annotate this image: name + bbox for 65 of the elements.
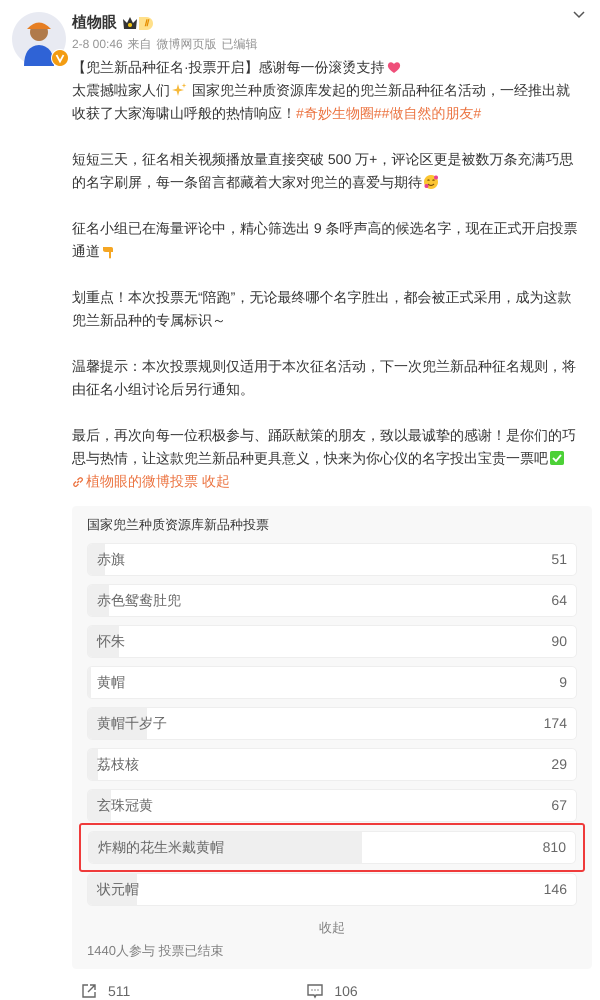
- option-label: 黄帽千岁子: [97, 714, 167, 732]
- post-text: 征名小组已在海量评论中，精心筛选出 9 条呼声高的候选名字，现在正式开启投票: [72, 220, 578, 236]
- poll-option[interactable]: 黄帽 9: [87, 666, 577, 698]
- option-label: 黄帽: [97, 672, 125, 692]
- collapse-button[interactable]: 收起: [319, 918, 345, 937]
- vote-count: 174: [544, 714, 567, 732]
- post-text: 由征名小组讨论后另行通知。: [72, 381, 254, 397]
- level-badge: Ⅱ: [139, 16, 153, 30]
- share-button[interactable]: 511: [80, 980, 130, 1000]
- post-text: 划重点！本次投票无“陪跑”，无论最终哪个名字胜出，都会被正式采用，成为这款: [72, 289, 572, 305]
- post-meta: 来自: [128, 36, 152, 53]
- post-text: 国家兜兰种质资源库发起的兜兰新品种征名活动，一经推出就: [190, 82, 570, 98]
- option-label: 赤色鸳鸯肚兜: [97, 590, 181, 610]
- post-text: 收获了大家海啸山呼般的热情响应！: [72, 105, 296, 121]
- poll-option[interactable]: 怀朱 90: [87, 624, 577, 658]
- poll-title: 国家兜兰种质资源库新品种投票: [87, 516, 270, 534]
- poll-option[interactable]: 赤色鸳鸯肚兜 64: [87, 584, 577, 616]
- poll-option[interactable]: 赤旗 51: [87, 542, 577, 576]
- post-text: 短短三天，征名相关视频播放量直接突破 500 万+，评论区更是被数万条充满巧思: [72, 151, 574, 167]
- topic-link[interactable]: #奇妙生物圈#: [296, 105, 382, 121]
- collapse-link[interactable]: 收起: [202, 470, 230, 493]
- post-meta: 已编辑: [222, 36, 258, 53]
- vote-count: 9: [559, 672, 567, 692]
- chevron-down-icon[interactable]: [572, 10, 586, 20]
- vote-count: 64: [551, 590, 567, 610]
- poll-link[interactable]: 植物眼的微博投票: [86, 470, 198, 493]
- link-icon: [72, 476, 84, 488]
- check-box-icon: [549, 450, 565, 466]
- poll-option[interactable]: 荔枝核 29: [87, 748, 577, 780]
- author-name[interactable]: 植物眼: [72, 12, 117, 34]
- post-text: 温馨提示：本次投票规则仅适用于本次征名活动，下一次兜兰新品种征名规则，将: [72, 358, 576, 374]
- post-text: 【兜兰新品种征名·投票开启】感谢每一份滚烫支持: [72, 59, 385, 75]
- option-label: 赤旗: [97, 550, 125, 568]
- vote-count: 146: [544, 880, 567, 898]
- poll-summary: 1440人参与 投票已结束: [87, 942, 225, 960]
- topic-link[interactable]: #做自然的朋友#: [382, 105, 482, 121]
- vote-count: 29: [551, 754, 567, 774]
- comment-icon: [306, 982, 324, 1000]
- crown-icon: [122, 16, 138, 30]
- poll-option[interactable]: 炸糊的花生米戴黄帽 810: [88, 830, 576, 864]
- post-meta: 微博网页版: [156, 36, 217, 53]
- post-text: 通道: [72, 243, 100, 259]
- option-label: 荔枝核: [97, 754, 139, 774]
- post-text: 太震撼啦家人们: [72, 82, 170, 98]
- option-label: 怀朱: [97, 632, 125, 650]
- post-text: 的名字刷屏，每一条留言都藏着大家对兜兰的喜爱与期待: [72, 174, 422, 190]
- vote-count: 810: [542, 838, 566, 856]
- comment-button[interactable]: 106: [306, 980, 358, 1000]
- sparkle-icon: [171, 82, 187, 98]
- poll-option[interactable]: 玄珠冠黄 67: [87, 788, 577, 822]
- avatar[interactable]: [12, 12, 66, 66]
- smiling-face-icon: [423, 174, 439, 190]
- option-label: 玄珠冠黄: [97, 796, 153, 814]
- option-label: 状元帽: [97, 880, 139, 898]
- post-text: 思与热情，让这款兜兰新品种更具意义，快来为你心仪的名字投出宝贵一票吧: [72, 450, 548, 466]
- option-label: 炸糊的花生米戴黄帽: [98, 838, 224, 856]
- share-icon: [80, 982, 98, 1000]
- post-text: 最后，再次向每一位积极参与、踊跃献策的朋友，致以最诚挚的感谢！是你们的巧: [72, 427, 576, 443]
- post-meta: 2-8 00:46: [72, 36, 123, 53]
- poll-option[interactable]: 黄帽千岁子 174: [87, 706, 577, 740]
- post-text: 兜兰新品种的专属标识～: [72, 312, 226, 328]
- poll-option[interactable]: 状元帽 146: [87, 872, 577, 906]
- vote-count: 51: [551, 550, 567, 568]
- vote-count: 90: [551, 632, 567, 650]
- vote-count: 67: [551, 796, 567, 814]
